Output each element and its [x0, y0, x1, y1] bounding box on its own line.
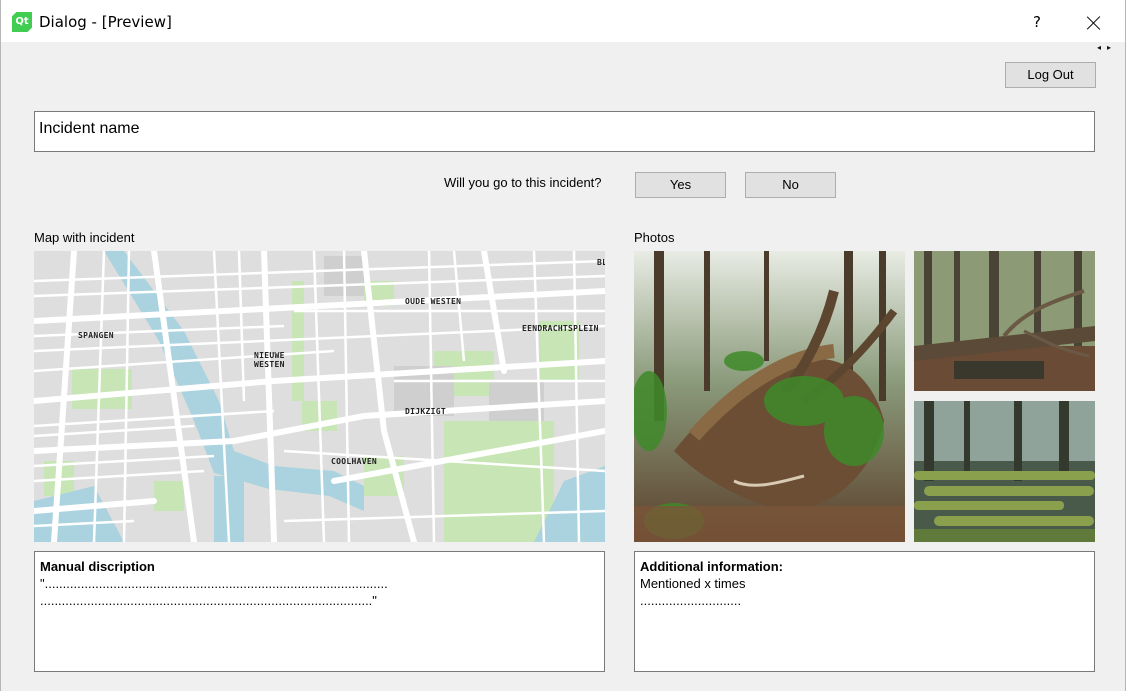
yes-button[interactable]: Yes: [635, 172, 726, 198]
additional-info-box[interactable]: Additional information: Mentioned x time…: [634, 551, 1095, 672]
forest-photo: [914, 251, 1095, 391]
map-place-label: OUDE WESTEN: [405, 297, 462, 306]
incident-photo-3[interactable]: [914, 401, 1095, 542]
map-place-label: NIEUWE WESTEN: [254, 351, 285, 369]
incident-photo-main[interactable]: [634, 251, 905, 542]
no-button[interactable]: No: [745, 172, 836, 198]
map-place-label: BL: [597, 258, 605, 267]
logout-button[interactable]: Log Out: [1005, 62, 1096, 88]
window-title: Dialog - [Preview]: [39, 13, 172, 31]
map-graphic: [34, 251, 605, 542]
map-place-label: SPANGEN: [78, 331, 114, 340]
description-title: Manual discription: [40, 559, 155, 574]
qt-logo-icon: Qt: [12, 12, 32, 32]
close-button[interactable]: [1075, 6, 1113, 38]
info-title: Additional information:: [640, 559, 783, 574]
mossy-logs-photo: [914, 401, 1095, 542]
incident-map[interactable]: SPANGEN NIEUWE WESTEN OUDE WESTEN EENDRA…: [34, 251, 605, 542]
description-line: ........................................…: [40, 593, 377, 608]
incident-photo-2[interactable]: [914, 251, 1095, 391]
incident-name-field[interactable]: Incident name: [34, 111, 1095, 152]
info-line: ............................: [640, 593, 742, 608]
description-line: ".......................................…: [40, 576, 388, 591]
dialog-window: Qt Dialog - [Preview] ? ◂▸ Log Out Incid…: [0, 0, 1126, 691]
map-place-label: COOLHAVEN: [331, 457, 378, 466]
photos-section-label: Photos: [634, 230, 675, 245]
map-place-label: EENDRACHTSPLEIN: [522, 324, 599, 333]
help-button[interactable]: ?: [1019, 6, 1055, 38]
attend-question-label: Will you go to this incident?: [444, 175, 602, 190]
map-place-label: DIJKZIGT: [405, 407, 446, 416]
map-section-label: Map with incident: [34, 230, 135, 245]
manual-description-box[interactable]: Manual discription "....................…: [34, 551, 605, 672]
title-bar: Qt Dialog - [Preview] ?: [1, 0, 1125, 42]
mention-count-text: Mentioned x times: [640, 576, 746, 591]
tab-scroll-arrows-icon[interactable]: ◂▸: [1097, 42, 1119, 54]
fallen-tree-photo: [634, 251, 905, 542]
